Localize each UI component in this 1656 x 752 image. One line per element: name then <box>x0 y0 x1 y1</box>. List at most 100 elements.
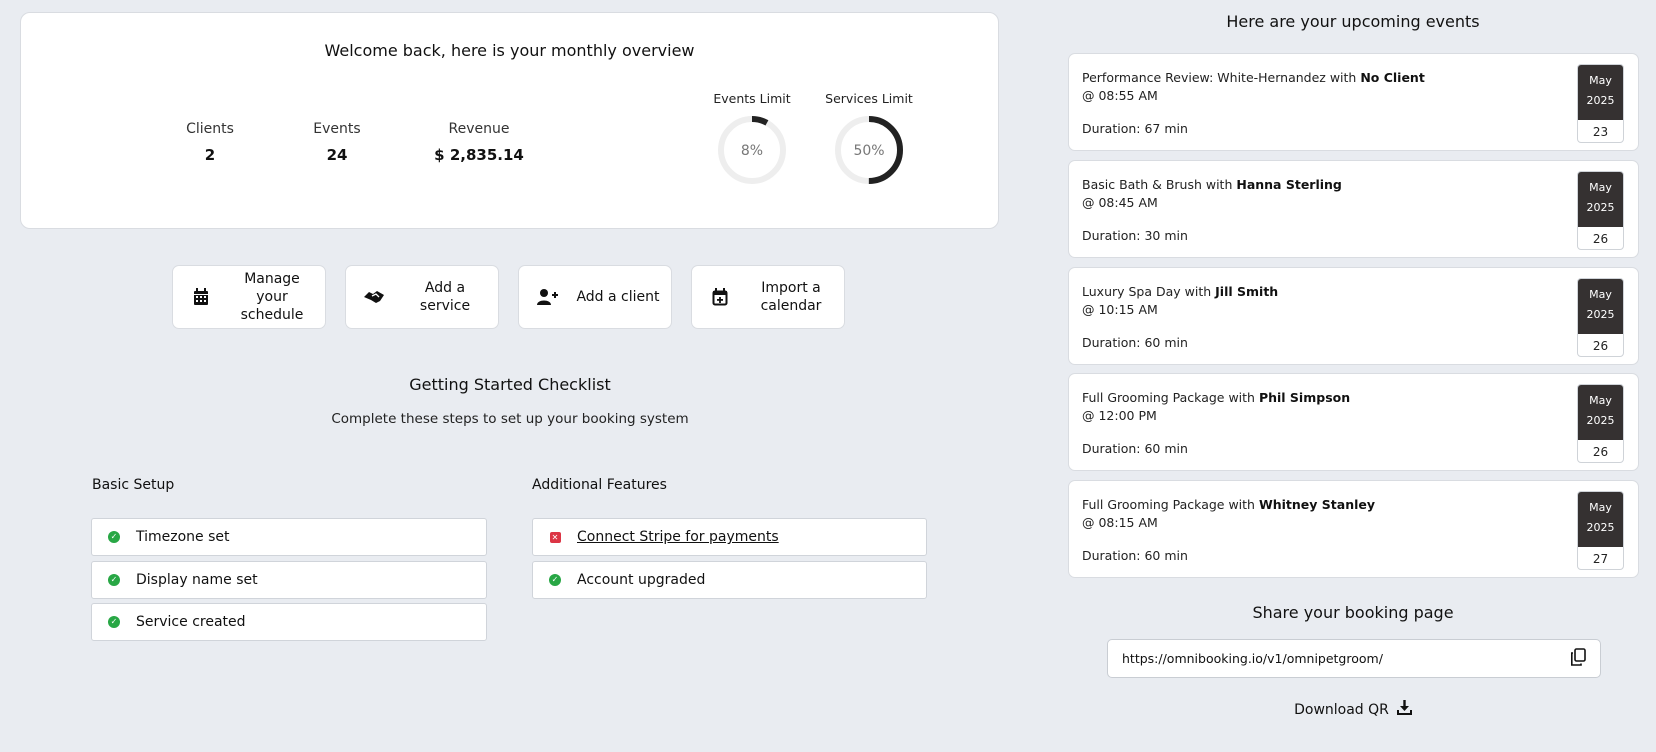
event-day: 26 <box>1592 445 1609 459</box>
event-year: 2025 <box>1586 414 1615 427</box>
event-year: 2025 <box>1586 94 1615 107</box>
event-duration: Duration: 60 min <box>1082 335 1188 350</box>
manage-schedule-button[interactable]: Manage your schedule <box>172 265 326 329</box>
copy-icon[interactable] <box>1570 647 1586 670</box>
event-day: 26 <box>1592 232 1609 246</box>
gauge-label: Events Limit <box>713 91 791 106</box>
event-month: May <box>1589 501 1612 514</box>
check-circle-icon: ✓ <box>92 531 136 543</box>
checklist-subtitle: Complete these steps to set up your book… <box>331 411 689 427</box>
events-title: Here are your upcoming events <box>1226 12 1480 31</box>
gauge-ring: 50% <box>835 116 903 184</box>
booking-url: https://omnibooking.io/v1/omnipetgroom/ <box>1122 651 1383 666</box>
event-title: Luxury Spa Day with Jill Smith <box>1082 284 1279 299</box>
download-qr-button[interactable]: Download QR <box>1068 700 1638 719</box>
check-circle-icon: ✓ <box>533 574 577 586</box>
download-icon <box>1396 700 1412 719</box>
checklist-item: ✕ Connect Stripe for payments <box>532 518 927 556</box>
checklist-item-label: Account upgraded <box>577 572 706 588</box>
events-limit-gauge: Events Limit 8% <box>702 91 802 188</box>
event-day: 23 <box>1592 125 1609 139</box>
checklist-item: ✓ Display name set <box>91 561 487 599</box>
event-card[interactable]: Performance Review: White-Hernandez with… <box>1068 53 1639 151</box>
action-label: Add a service <box>419 280 471 314</box>
event-date-badge: May 2025 23 <box>1577 64 1624 143</box>
calendar-grid-icon <box>173 288 229 306</box>
import-calendar-button[interactable]: Import a calendar <box>691 265 845 329</box>
checklist-title: Getting Started Checklist <box>409 375 611 394</box>
additional-features-heading: Additional Features <box>532 477 667 493</box>
event-time: @ 08:15 AM <box>1082 515 1158 530</box>
event-title: Full Grooming Package with Whitney Stanl… <box>1082 497 1375 512</box>
checklist-item-label: Timezone set <box>136 529 230 545</box>
basic-setup-heading: Basic Setup <box>92 477 175 493</box>
event-time: @ 10:15 AM <box>1082 302 1158 317</box>
overview-title: Welcome back, here is your monthly overv… <box>324 41 695 60</box>
event-day: 26 <box>1592 339 1609 353</box>
event-month: May <box>1589 181 1612 194</box>
gauge-value: 50% <box>853 143 884 159</box>
add-service-button[interactable]: Add a service <box>345 265 499 329</box>
event-client: No Client <box>1360 70 1425 85</box>
event-card[interactable]: Full Grooming Package with Whitney Stanl… <box>1068 480 1639 578</box>
event-year: 2025 <box>1586 308 1615 321</box>
event-duration: Duration: 30 min <box>1082 228 1188 243</box>
action-label: Import a calendar <box>760 280 822 314</box>
calendar-plus-icon <box>692 288 748 306</box>
share-title: Share your booking page <box>1252 603 1454 622</box>
stat-label: Revenue <box>448 121 510 137</box>
download-qr-label: Download QR <box>1294 701 1389 718</box>
gauge-ring: 8% <box>718 116 786 184</box>
event-year: 2025 <box>1586 521 1615 534</box>
stat-value: 2 <box>204 146 216 164</box>
event-client: Whitney Stanley <box>1258 497 1375 512</box>
event-duration: Duration: 67 min <box>1082 121 1188 136</box>
stat-label: Clients <box>186 121 234 137</box>
check-circle-icon: ✓ <box>92 574 136 586</box>
event-time: @ 12:00 PM <box>1082 408 1157 423</box>
event-title: Performance Review: White-Hernandez with… <box>1082 70 1425 85</box>
event-duration: Duration: 60 min <box>1082 548 1188 563</box>
event-time: @ 08:45 AM <box>1082 195 1158 210</box>
event-month: May <box>1589 288 1612 301</box>
event-date-badge: May 2025 27 <box>1577 491 1624 570</box>
checklist-item: ✓ Account upgraded <box>532 561 927 599</box>
event-date-badge: May 2025 26 <box>1577 278 1624 357</box>
event-client: Hanna Sterling <box>1236 177 1342 192</box>
stat-label: Events <box>313 121 361 137</box>
add-client-button[interactable]: Add a client <box>518 265 672 329</box>
checklist-item-label: Display name set <box>136 572 258 588</box>
event-date-badge: May 2025 26 <box>1577 384 1624 463</box>
event-card[interactable]: Luxury Spa Day with Jill Smith @ 10:15 A… <box>1068 267 1639 365</box>
event-duration: Duration: 60 min <box>1082 441 1188 456</box>
event-card[interactable]: Full Grooming Package with Phil Simpson … <box>1068 373 1639 471</box>
event-day: 27 <box>1592 552 1609 566</box>
handshake-icon <box>346 289 402 305</box>
event-client: Jill Smith <box>1215 284 1279 299</box>
gauge-label: Services Limit <box>825 91 913 106</box>
services-limit-gauge: Services Limit 50% <box>819 91 919 188</box>
gauge-value: 8% <box>741 143 763 159</box>
x-square-icon: ✕ <box>533 531 577 543</box>
event-month: May <box>1589 394 1612 407</box>
connect-stripe-link[interactable]: Connect Stripe for payments <box>577 529 779 545</box>
check-circle-icon: ✓ <box>92 616 136 628</box>
event-title: Basic Bath & Brush with Hanna Sterling <box>1082 177 1342 192</box>
event-card[interactable]: Basic Bath & Brush with Hanna Sterling @… <box>1068 160 1639 258</box>
stat-revenue: Revenue $ 2,835.14 <box>409 121 549 164</box>
checklist-item: ✓ Service created <box>91 603 487 641</box>
checklist-item: ✓ Timezone set <box>91 518 487 556</box>
action-label: Manage your schedule <box>240 271 304 323</box>
stat-events: Events 24 <box>267 121 407 164</box>
stat-value: 24 <box>326 146 348 164</box>
action-label: Add a client <box>576 289 660 305</box>
overview-card: Welcome back, here is your monthly overv… <box>20 12 999 229</box>
event-client: Phil Simpson <box>1258 390 1351 405</box>
stat-value: $ 2,835.14 <box>434 146 524 164</box>
booking-url-field[interactable]: https://omnibooking.io/v1/omnipetgroom/ <box>1107 639 1601 678</box>
event-date-badge: May 2025 26 <box>1577 171 1624 250</box>
user-plus-icon <box>519 288 575 306</box>
event-year: 2025 <box>1586 201 1615 214</box>
event-month: May <box>1589 74 1612 87</box>
stat-clients: Clients 2 <box>140 121 280 164</box>
